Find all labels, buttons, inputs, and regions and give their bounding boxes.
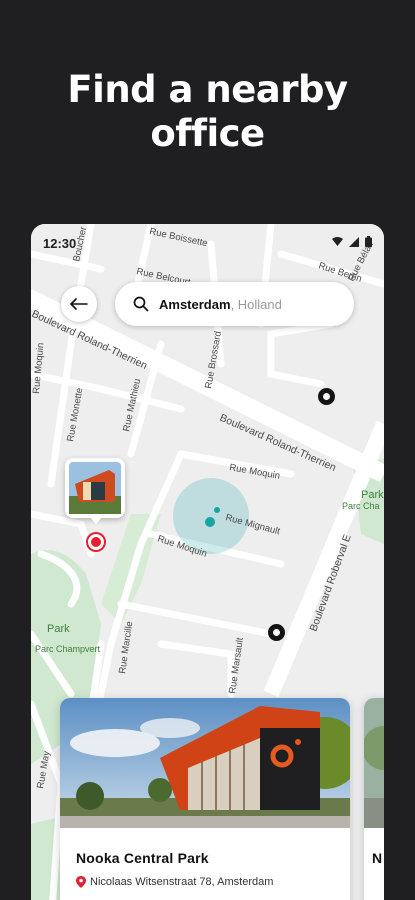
search-city: Amsterdam xyxy=(159,296,231,312)
phone-screen: Rue Boissette Boucher Rue Bertin Rue Bél… xyxy=(31,224,384,900)
office-name: Nooka Central Park xyxy=(76,850,209,866)
office-photo-marker[interactable] xyxy=(65,458,125,518)
battery-icon xyxy=(365,236,372,247)
office-card[interactable]: Nooka Central Park Nicolaas Witsenstraat… xyxy=(60,698,350,900)
location-pin-icon xyxy=(76,876,86,888)
current-location-dot xyxy=(205,517,215,527)
marker-tail xyxy=(89,516,103,524)
search-country: , Holland xyxy=(230,296,282,312)
headline-line-2: office xyxy=(150,112,265,155)
status-time: 12:30 xyxy=(43,236,77,251)
office-image-next xyxy=(364,698,384,828)
office-image xyxy=(60,698,350,828)
office-address: Nicolaas Witsenstraat 78, Amsterdam xyxy=(90,876,274,888)
status-icons xyxy=(332,236,372,247)
office-marker[interactable] xyxy=(318,388,335,405)
office-card-next[interactable]: N xyxy=(364,698,384,900)
office-marker[interactable] xyxy=(268,624,285,641)
office-name-next: N xyxy=(372,850,383,866)
search-icon xyxy=(133,296,149,312)
wifi-icon xyxy=(332,236,343,246)
label-park-right: Park xyxy=(361,489,384,501)
search-query[interactable]: Amsterdam, Holland xyxy=(159,297,282,312)
label-park-left-sub: Parc Champvert xyxy=(35,644,101,654)
cellular-signal-icon xyxy=(349,236,359,247)
current-location-heading xyxy=(214,507,220,513)
label-park-left: Park xyxy=(47,623,70,635)
office-thumbnail-image xyxy=(69,462,121,514)
back-button[interactable] xyxy=(61,286,97,322)
search-bar[interactable]: Amsterdam, Holland xyxy=(115,282,354,326)
status-bar: 12:30 xyxy=(31,224,384,258)
arrow-left-icon xyxy=(70,298,88,310)
label-park-right-sub: Parc Cha xyxy=(342,501,380,511)
office-address-row: Nicolaas Witsenstraat 78, Amsterdam xyxy=(76,876,273,888)
headline-line-1: Find a nearby xyxy=(67,68,348,111)
selected-location-pin[interactable] xyxy=(88,534,104,550)
page-headline: Find a nearby office xyxy=(0,68,415,156)
